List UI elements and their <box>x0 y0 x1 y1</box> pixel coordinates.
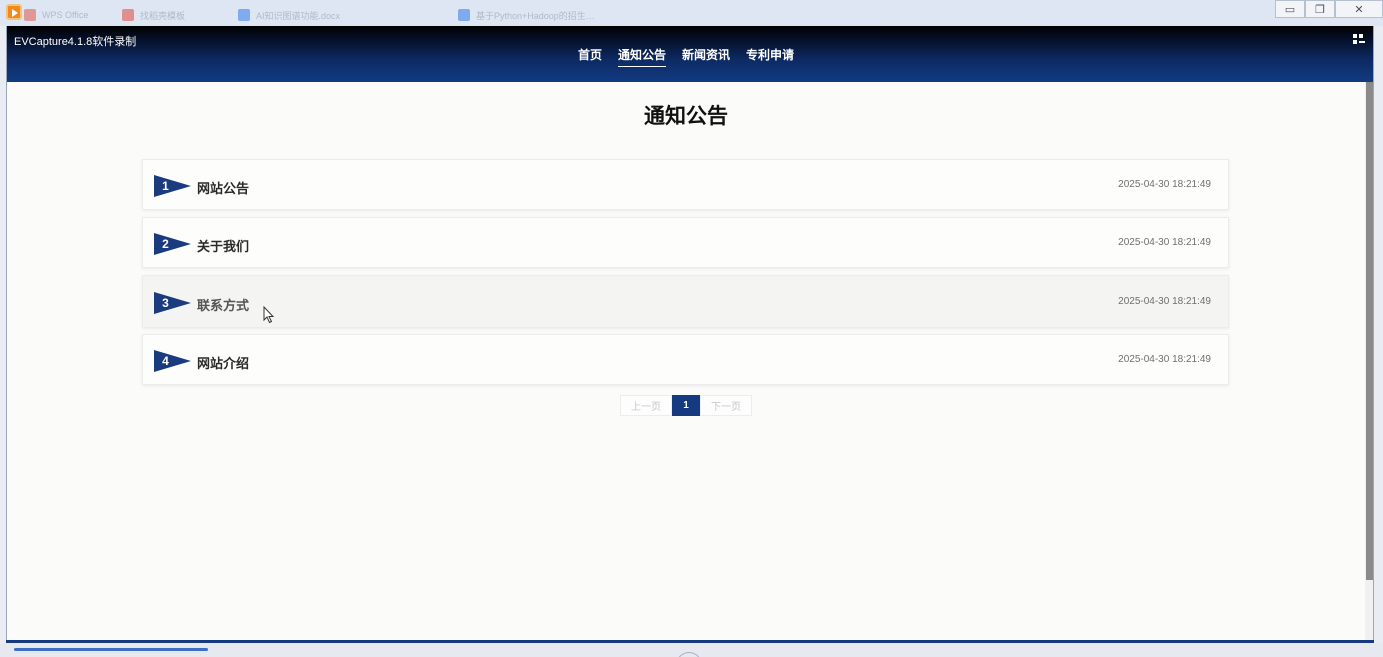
pennant-flag-icon: 4 <box>154 350 191 372</box>
notice-date: 2025-04-30 18:21:49 <box>1118 296 1211 307</box>
top-navbar: EVCapture4.1.8软件录制 首页 通知公告 新闻资讯 专利申请 <box>7 26 1373 82</box>
notice-number: 1 <box>162 179 169 193</box>
host-tab[interactable]: AI知识图谱功能.docx <box>238 8 340 22</box>
app-window: EVCapture4.1.8软件录制 首页 通知公告 新闻资讯 专利申请 通知公… <box>6 26 1374 646</box>
nav-news[interactable]: 新闻资讯 <box>682 46 730 67</box>
pennant-flag-icon: 3 <box>154 292 191 314</box>
notice-title[interactable]: 网站公告 <box>197 178 249 197</box>
pennant-flag-icon: 1 <box>154 175 191 197</box>
record-button[interactable] <box>676 652 702 657</box>
notice-number: 2 <box>162 237 169 251</box>
mouse-pointer-icon <box>263 306 275 324</box>
nav-home[interactable]: 首页 <box>578 46 602 67</box>
notice-date: 2025-04-30 18:21:49 <box>1118 237 1211 248</box>
grid-menu-icon[interactable] <box>1353 34 1365 45</box>
notice-item[interactable]: 3 联系方式 2025-04-30 18:21:49 <box>142 275 1229 328</box>
notice-date: 2025-04-30 18:21:49 <box>1118 179 1211 190</box>
window-controls: ▭ ❐ ✕ <box>1275 0 1383 18</box>
document-icon <box>458 9 470 21</box>
close-button[interactable]: ✕ <box>1335 0 1383 18</box>
notice-date: 2025-04-30 18:21:49 <box>1118 354 1211 365</box>
pennant-flag-icon: 2 <box>154 233 191 255</box>
notice-item[interactable]: 1 网站公告 2025-04-30 18:21:49 <box>142 159 1229 210</box>
prev-page-button[interactable]: 上一页 <box>620 395 672 416</box>
page-number-button[interactable]: 1 <box>672 395 700 416</box>
main-nav: 首页 通知公告 新闻资讯 专利申请 <box>7 46 1365 67</box>
nav-notices[interactable]: 通知公告 <box>617 46 666 67</box>
minimize-button[interactable]: ▭ <box>1275 0 1305 18</box>
restore-button[interactable]: ❐ <box>1305 0 1335 18</box>
page-title: 通知公告 <box>644 105 728 128</box>
scrollbar-thumb[interactable] <box>1366 82 1373 580</box>
vertical-scrollbar[interactable] <box>1365 82 1373 646</box>
notice-item[interactable]: 4 网站介绍 2025-04-30 18:21:49 <box>142 334 1229 385</box>
notice-title[interactable]: 关于我们 <box>197 236 249 255</box>
host-tab[interactable]: WPS Office <box>24 8 88 22</box>
pagination: 上一页 1 下一页 <box>620 395 752 416</box>
notice-list: 1 网站公告 2025-04-30 18:21:49 2 关于我们 2025-0… <box>142 159 1229 392</box>
recorder-app-icon <box>6 4 22 20</box>
notice-title[interactable]: 网站介绍 <box>197 353 249 372</box>
recorder-status-bar <box>0 643 1383 657</box>
host-tab-bar: WPS Office 找稻壳模板 AI知识图谱功能.docx 基于Python+… <box>0 0 1383 26</box>
nav-patent[interactable]: 专利申请 <box>746 46 794 67</box>
recording-progress-bar <box>14 648 208 651</box>
template-icon <box>122 9 134 21</box>
notice-item[interactable]: 2 关于我们 2025-04-30 18:21:49 <box>142 217 1229 268</box>
document-icon <box>238 9 250 21</box>
notice-title[interactable]: 联系方式 <box>197 295 249 314</box>
next-page-button[interactable]: 下一页 <box>700 395 752 416</box>
notice-number: 3 <box>162 296 169 310</box>
wps-icon <box>24 9 36 21</box>
host-tab[interactable]: 基于Python+Hadoop的招生… <box>458 8 595 22</box>
main-content: 通知公告 1 网站公告 2025-04-30 18:21:49 2 关于我们 2… <box>7 82 1365 646</box>
host-tab[interactable]: 找稻壳模板 <box>122 8 185 22</box>
notice-number: 4 <box>162 354 169 368</box>
